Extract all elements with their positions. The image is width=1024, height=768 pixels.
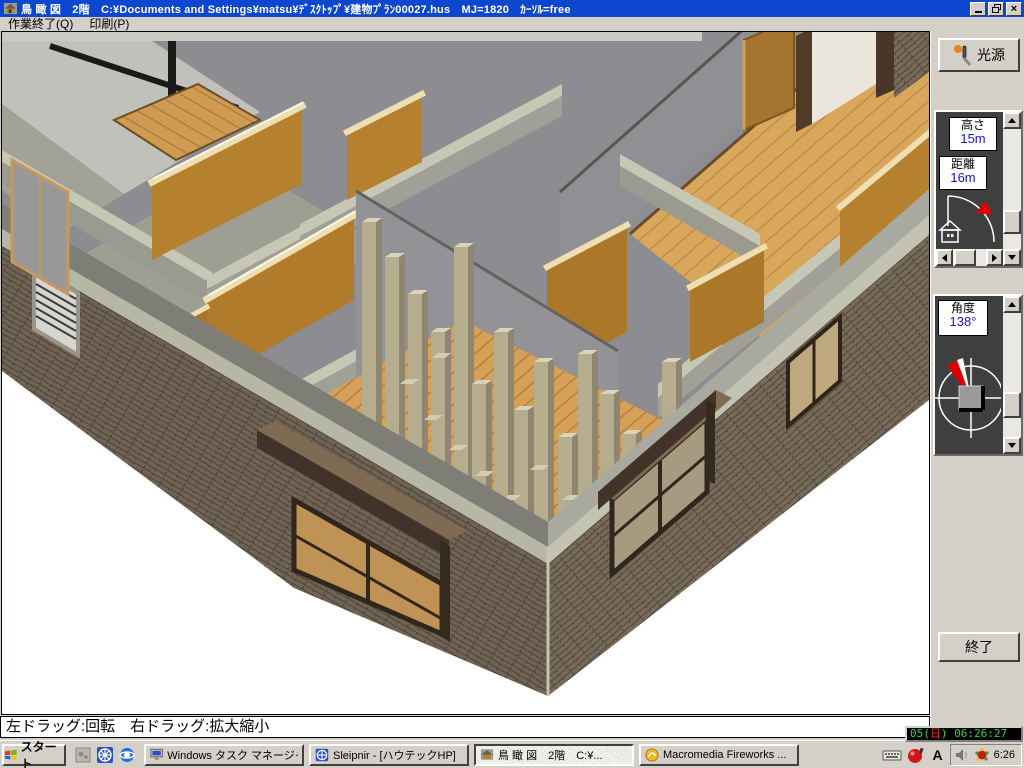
distance-value: 16m bbox=[940, 171, 986, 185]
restore-icon[interactable] bbox=[988, 2, 1004, 16]
birdseye-house-icon bbox=[3, 2, 18, 15]
distance-scrollbar[interactable] bbox=[936, 249, 1003, 266]
flower-icon[interactable] bbox=[974, 747, 990, 763]
task-button-fireworks[interactable]: Macromedia Fireworks ... bbox=[639, 744, 799, 766]
menu-item-exit[interactable]: 作業終了(Q) bbox=[0, 17, 81, 31]
exit-label: 終了 bbox=[965, 637, 993, 657]
volume-icon[interactable] bbox=[955, 748, 970, 762]
angle-panel: 角度 138° bbox=[933, 294, 1023, 456]
distance-box: 距離 16m bbox=[939, 156, 987, 190]
corner-door-frame bbox=[796, 32, 812, 132]
clock-day: 日 bbox=[930, 727, 941, 740]
angle-scroll-thumb[interactable] bbox=[1003, 392, 1021, 418]
height-scrollbar[interactable] bbox=[1003, 112, 1021, 266]
distance-scroll-right-icon[interactable] bbox=[986, 249, 1003, 266]
tray-clock[interactable]: 6:26 bbox=[994, 749, 1015, 761]
taskbar: スタート Windows タスク マネージャ bbox=[0, 740, 1024, 768]
sleipnir-icon bbox=[315, 748, 329, 762]
render-canvas[interactable] bbox=[1, 31, 930, 715]
quick-launch bbox=[74, 746, 136, 764]
window-title: 鳥 瞰 図 2階 C:¥Documents and Settings¥matsu… bbox=[21, 1, 571, 17]
compass-dial-icon[interactable] bbox=[935, 340, 1001, 452]
birdseye-house-icon bbox=[480, 748, 494, 761]
clock-time: ) 06:26:27 bbox=[941, 727, 1007, 740]
start-button[interactable]: スタート bbox=[2, 744, 66, 766]
height-scroll-down-icon[interactable] bbox=[1003, 249, 1021, 266]
height-box: 高さ 15m bbox=[949, 117, 997, 151]
windows-logo-icon bbox=[4, 748, 18, 762]
screen: { "window": { "title": "鳥 瞰 図 2階 C:¥Docu… bbox=[0, 0, 1024, 768]
light-source-label: 光源 bbox=[977, 45, 1005, 65]
close-icon[interactable]: × bbox=[1006, 2, 1022, 16]
light-source-button[interactable]: 光源 bbox=[938, 38, 1020, 72]
task-button-taskmanager[interactable]: Windows タスク マネージャ bbox=[144, 744, 304, 766]
camera-panel: 高さ 15m 距離 16m bbox=[934, 110, 1023, 268]
ime-a-indicator[interactable]: A bbox=[930, 747, 946, 763]
distance-label: 距離 bbox=[940, 157, 986, 171]
menu-bar: 作業終了(Q) 印刷(P) bbox=[0, 17, 1024, 31]
control-panel: 光源 高さ 15m 距離 16m bbox=[930, 31, 1024, 740]
height-scroll-thumb[interactable] bbox=[1003, 210, 1021, 234]
task-manager-icon bbox=[150, 748, 163, 761]
drag-hint-text: 左ドラッグ:回転 右ドラッグ:拡大縮小 bbox=[6, 718, 269, 735]
title-bar[interactable]: 鳥 瞰 図 2階 C:¥Documents and Settings¥matsu… bbox=[0, 0, 1024, 17]
exit-button[interactable]: 終了 bbox=[938, 632, 1020, 662]
height-value: 15m bbox=[950, 132, 996, 146]
house-arc-elevation-icon[interactable] bbox=[938, 192, 1002, 248]
angle-box: 角度 138° bbox=[938, 300, 988, 336]
desktop-clock: 05(日) 06:26:27 bbox=[905, 726, 1023, 742]
trackball-icon[interactable] bbox=[906, 746, 926, 764]
distance-scroll-left-icon[interactable] bbox=[936, 249, 953, 266]
task-button-birdseye[interactable]: 鳥 瞰 図 2階 C:¥... bbox=[474, 744, 634, 766]
internet-explorer-icon[interactable] bbox=[118, 746, 136, 764]
distance-scroll-thumb[interactable] bbox=[954, 249, 976, 266]
height-scroll-up-icon[interactable] bbox=[1003, 112, 1021, 129]
show-desktop-icon[interactable] bbox=[74, 746, 92, 764]
angle-scrollbar[interactable] bbox=[1003, 296, 1021, 454]
task-label: Macromedia Fireworks ... bbox=[663, 749, 786, 761]
tray-inset: 6:26 bbox=[950, 744, 1022, 766]
keyboard-icon[interactable] bbox=[882, 746, 902, 764]
menu-item-print[interactable]: 印刷(P) bbox=[81, 17, 137, 31]
fireworks-icon bbox=[645, 748, 659, 762]
minimize-icon[interactable] bbox=[970, 2, 986, 16]
angle-scroll-down-icon[interactable] bbox=[1003, 437, 1021, 454]
task-label: 鳥 瞰 図 2階 C:¥... bbox=[498, 747, 603, 763]
birdseye-3d-view[interactable] bbox=[2, 32, 929, 714]
status-bar: 左ドラッグ:回転 右ドラッグ:拡大縮小 bbox=[0, 716, 930, 738]
angle-label: 角度 bbox=[939, 301, 987, 315]
task-button-sleipnir[interactable]: Sleipnir - [ハウテックHP] bbox=[309, 744, 469, 766]
system-tray: A 6:26 bbox=[882, 744, 1024, 766]
angle-scroll-up-icon[interactable] bbox=[1003, 296, 1021, 313]
light-pen-icon bbox=[953, 44, 973, 66]
start-label: スタート bbox=[21, 738, 64, 768]
angle-value: 138° bbox=[939, 315, 987, 329]
height-label: 高さ bbox=[950, 118, 996, 132]
task-label: Sleipnir - [ハウテックHP] bbox=[333, 747, 456, 763]
corner-window-frame bbox=[876, 32, 894, 98]
ceiling-cut-strip bbox=[2, 32, 702, 41]
sleipnir-icon[interactable] bbox=[96, 746, 114, 764]
clock-date-prefix: 05( bbox=[910, 727, 930, 740]
stair-rail-post bbox=[168, 41, 176, 97]
task-label: Windows タスク マネージャ bbox=[167, 747, 298, 763]
